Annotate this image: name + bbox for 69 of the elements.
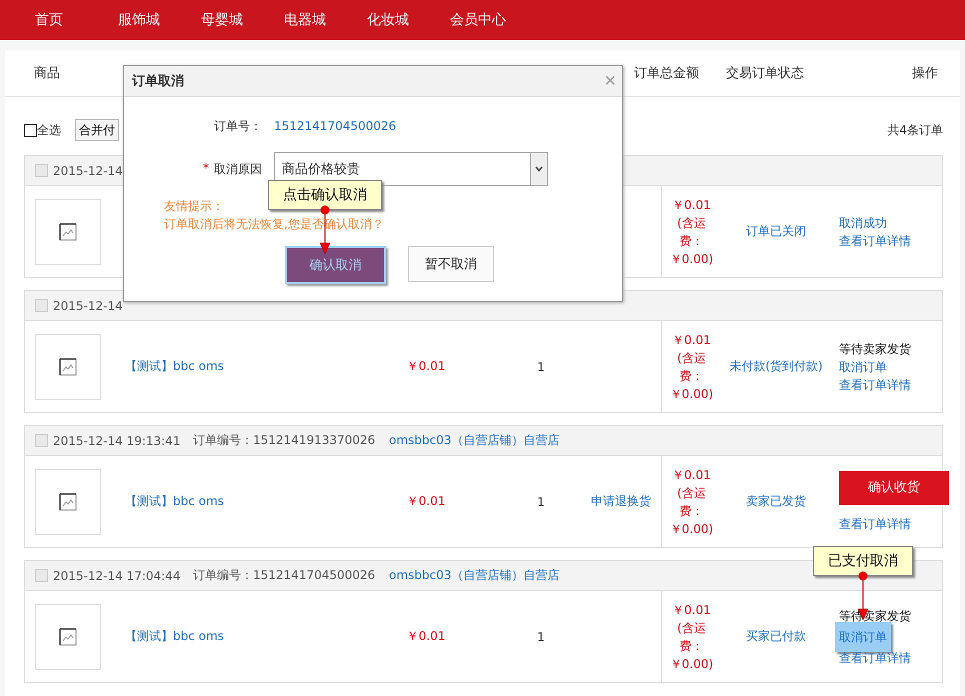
confirm-receipt-button[interactable]: 确认收货: [839, 470, 949, 504]
product-link[interactable]: 【测试】bbc oms: [125, 494, 224, 508]
order-total: ￥0.01: [672, 466, 711, 484]
order-status-link[interactable]: 买家已付款: [746, 629, 806, 643]
product-link[interactable]: 【测试】bbc oms: [125, 359, 224, 373]
action-link[interactable]: 查看订单详情: [839, 232, 911, 250]
order-status-link[interactable]: 未付款(货到付款): [729, 359, 823, 373]
field-label: 取消原因: [214, 160, 262, 178]
action-link[interactable]: 查看订单详情: [839, 648, 911, 666]
callout-tooltip: 点击确认取消: [268, 180, 382, 210]
column-header: 交易订单状态: [726, 65, 804, 82]
action-link[interactable]: 查看订单详情: [839, 514, 911, 532]
order-status-link[interactable]: 订单已关闭: [746, 224, 806, 238]
broken-image-icon: [59, 358, 77, 376]
order-note: 等待卖家发货: [839, 340, 911, 358]
order-number-value: 1512141704500026: [274, 119, 396, 133]
chevron-down-icon: [535, 166, 543, 172]
order-number: 订单编号：1512141704500026: [193, 567, 376, 584]
action-link[interactable]: 取消订单: [835, 622, 891, 652]
checkbox[interactable]: [24, 124, 37, 136]
unit-price: ￥0.01: [406, 494, 446, 508]
field-label: 订单号：: [213, 118, 263, 134]
unit-price: ￥0.01: [406, 359, 446, 373]
nav-link[interactable]: 服饰城: [118, 11, 201, 29]
quantity: 1: [537, 360, 545, 374]
order-date: 2015-12-14 19:13:41: [53, 434, 182, 448]
order-total: ￥0.01: [672, 332, 711, 348]
order-total: ￥0.01: [672, 602, 711, 618]
confirm-cancel-button[interactable]: 确认取消: [285, 246, 386, 284]
order-date: 2015-12-14: [53, 298, 124, 312]
shop-link[interactable]: omsbbc03（自营店铺）自营店: [389, 567, 560, 584]
nav-link[interactable]: 首页: [35, 11, 118, 29]
nav-link[interactable]: 会员中心: [450, 11, 533, 29]
select-all-label: 全选: [37, 122, 61, 138]
keep-order-button[interactable]: 暂不取消: [408, 246, 494, 282]
product-link[interactable]: 【测试】bbc oms: [125, 629, 224, 643]
order-date: 2015-12-14 17:04:44: [53, 568, 182, 582]
order-count: 共4条订单: [887, 122, 943, 138]
shop-link[interactable]: omsbbc03（自营店铺）自营店: [389, 432, 560, 449]
action-link[interactable]: 取消订单: [839, 358, 887, 376]
nav-link[interactable]: 母婴城: [201, 11, 284, 29]
broken-image-icon: [59, 222, 77, 240]
action-link[interactable]: 取消成功: [839, 214, 887, 232]
column-header: 订单总金额: [634, 65, 699, 82]
order-total: ￥0.01: [672, 196, 711, 214]
nav-link[interactable]: 电器城: [284, 11, 367, 29]
close-button[interactable]: ×: [604, 72, 616, 90]
callout-tooltip: 已支付取消: [813, 546, 913, 576]
order-date: 2015-12-14: [53, 164, 124, 178]
shipping-note: (含运费：￥0.00): [670, 620, 714, 672]
column-header: 商品: [34, 65, 60, 82]
order-number: 订单编号：1512141913370026: [193, 432, 376, 449]
shipping-note: (含运费：￥0.00): [670, 350, 714, 402]
dialog-title: 订单取消: [132, 73, 184, 90]
broken-image-icon: [59, 492, 77, 510]
nav-link[interactable]: 化妆城: [367, 11, 450, 29]
action-link[interactable]: 查看订单详情: [839, 376, 911, 394]
merge-pay-button[interactable]: 合并付: [75, 119, 119, 141]
quantity: 1: [537, 494, 545, 508]
unit-price: ￥0.01: [406, 629, 446, 643]
shipping-note: (含运费：￥0.00): [670, 214, 714, 268]
tip-title: 友情提示：: [163, 198, 225, 215]
shipping-note: (含运费：￥0.00): [670, 484, 714, 538]
return-link[interactable]: 申请退换货: [591, 494, 651, 508]
broken-image-icon: [59, 628, 77, 646]
order-status-link[interactable]: 卖家已发货: [746, 494, 806, 508]
required-mark: *: [203, 160, 209, 176]
column-header: 操作: [912, 65, 938, 82]
quantity: 1: [537, 630, 545, 644]
